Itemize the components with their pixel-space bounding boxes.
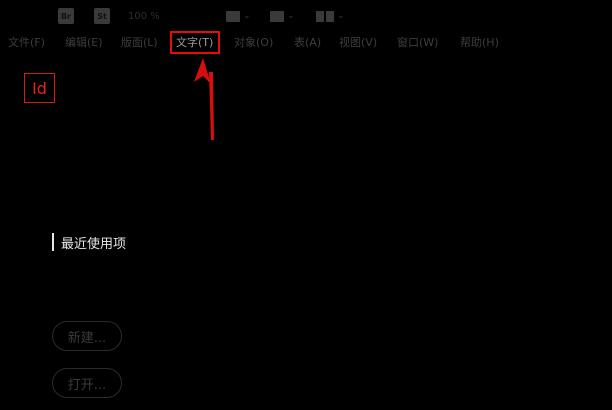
application-bar: Br St 100 % ⌄ ⌄ ⌄ xyxy=(0,0,612,32)
chevron-down-icon: ⌄ xyxy=(287,11,295,21)
menu-window[interactable]: 窗口(W) xyxy=(397,33,438,53)
screen-mode-icon xyxy=(270,10,284,22)
menu-type[interactable]: 文字(T) xyxy=(176,33,213,53)
menu-file[interactable]: 文件(F) xyxy=(8,33,45,53)
menu-view[interactable]: 视图(V) xyxy=(339,33,377,53)
menu-bar: 文件(F) 编辑(E) 版面(L) 文字(T) 对象(O) 表(A) 视图(V)… xyxy=(0,33,612,53)
arrange-documents-icon xyxy=(316,10,334,22)
frame-options-dropdown[interactable]: ⌄ xyxy=(226,8,251,24)
zoom-level[interactable]: 100 % xyxy=(128,8,160,24)
menu-help[interactable]: 帮助(H) xyxy=(460,33,499,53)
frame-icon xyxy=(226,10,240,22)
new-document-button[interactable]: 新建... xyxy=(52,321,122,351)
chevron-down-icon: ⌄ xyxy=(243,11,251,21)
recent-section-header: 最近使用项 xyxy=(52,232,126,252)
stock-button[interactable]: St xyxy=(94,8,110,24)
chevron-down-icon: ⌄ xyxy=(337,11,345,21)
menu-layout[interactable]: 版面(L) xyxy=(121,33,158,53)
stock-icon: St xyxy=(94,8,110,24)
arrow-shaft xyxy=(209,72,214,140)
screen-mode-dropdown[interactable]: ⌄ xyxy=(270,8,295,24)
section-marker xyxy=(52,233,54,251)
menu-edit[interactable]: 编辑(E) xyxy=(65,33,103,53)
menu-object[interactable]: 对象(O) xyxy=(234,33,273,53)
menu-table[interactable]: 表(A) xyxy=(294,33,321,53)
indesign-logo: Id xyxy=(24,73,55,103)
zoom-value: 100 % xyxy=(128,10,160,22)
open-document-button[interactable]: 打开... xyxy=(52,368,122,398)
bridge-button[interactable]: Br xyxy=(58,8,74,24)
indesign-start-screen: Br St 100 % ⌄ ⌄ ⌄ 文件(F) 编辑(E) 版面(L) 文字(T… xyxy=(0,0,612,410)
bridge-icon: Br xyxy=(58,8,74,24)
arrange-documents-dropdown[interactable]: ⌄ xyxy=(316,8,345,24)
recent-label: 最近使用项 xyxy=(61,236,127,252)
arrow-head xyxy=(194,58,211,84)
